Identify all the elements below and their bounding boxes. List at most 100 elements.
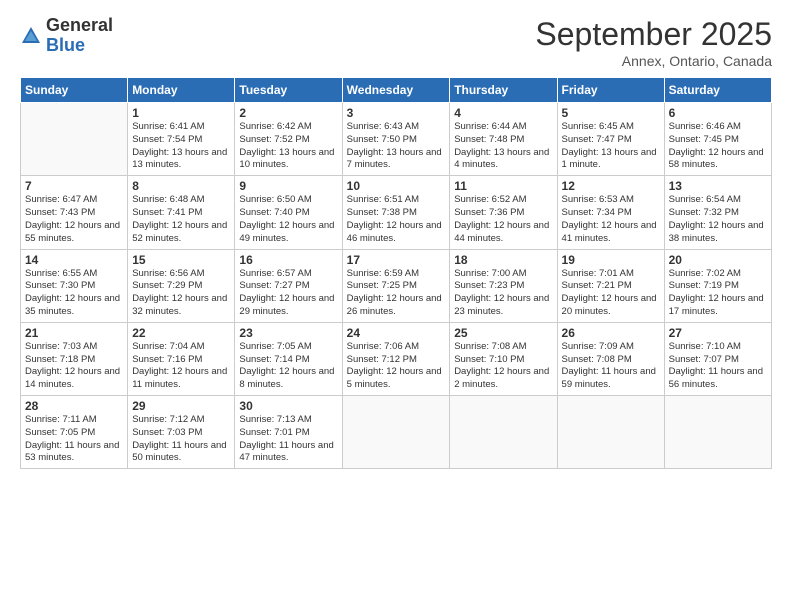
day-info: Sunrise: 7:08 AMSunset: 7:10 PMDaylight:… — [454, 341, 552, 392]
col-friday: Friday — [557, 78, 664, 103]
day-number: 9 — [239, 179, 337, 193]
day-number: 30 — [239, 399, 337, 413]
col-thursday: Thursday — [450, 78, 557, 103]
table-row: 20 Sunrise: 7:02 AMSunset: 7:19 PMDaylig… — [664, 249, 771, 322]
day-info: Sunrise: 6:47 AMSunset: 7:43 PMDaylight:… — [25, 194, 123, 245]
day-info: Sunrise: 7:01 AMSunset: 7:21 PMDaylight:… — [562, 268, 660, 319]
day-info: Sunrise: 6:53 AMSunset: 7:34 PMDaylight:… — [562, 194, 660, 245]
day-number: 23 — [239, 326, 337, 340]
table-row: 2 Sunrise: 6:42 AMSunset: 7:52 PMDayligh… — [235, 103, 342, 176]
logo: General Blue — [20, 16, 113, 56]
col-sunday: Sunday — [21, 78, 128, 103]
day-number: 8 — [132, 179, 230, 193]
day-number: 25 — [454, 326, 552, 340]
day-info: Sunrise: 7:12 AMSunset: 7:03 PMDaylight:… — [132, 414, 230, 465]
header: General Blue September 2025 Annex, Ontar… — [20, 16, 772, 69]
day-info: Sunrise: 6:55 AMSunset: 7:30 PMDaylight:… — [25, 268, 123, 319]
table-row: 11 Sunrise: 6:52 AMSunset: 7:36 PMDaylig… — [450, 176, 557, 249]
day-info: Sunrise: 6:41 AMSunset: 7:54 PMDaylight:… — [132, 121, 230, 172]
day-info: Sunrise: 7:10 AMSunset: 7:07 PMDaylight:… — [669, 341, 767, 392]
day-number: 16 — [239, 253, 337, 267]
table-row: 28 Sunrise: 7:11 AMSunset: 7:05 PMDaylig… — [21, 396, 128, 469]
day-number: 27 — [669, 326, 767, 340]
table-row: 24 Sunrise: 7:06 AMSunset: 7:12 PMDaylig… — [342, 322, 450, 395]
day-number: 29 — [132, 399, 230, 413]
day-number: 15 — [132, 253, 230, 267]
logo-icon — [20, 25, 42, 47]
table-row: 1 Sunrise: 6:41 AMSunset: 7:54 PMDayligh… — [128, 103, 235, 176]
day-number: 7 — [25, 179, 123, 193]
table-row: 4 Sunrise: 6:44 AMSunset: 7:48 PMDayligh… — [450, 103, 557, 176]
table-row: 29 Sunrise: 7:12 AMSunset: 7:03 PMDaylig… — [128, 396, 235, 469]
logo-text: General Blue — [46, 16, 113, 56]
table-row: 15 Sunrise: 6:56 AMSunset: 7:29 PMDaylig… — [128, 249, 235, 322]
table-row — [21, 103, 128, 176]
day-info: Sunrise: 6:42 AMSunset: 7:52 PMDaylight:… — [239, 121, 337, 172]
title-area: September 2025 Annex, Ontario, Canada — [535, 16, 772, 69]
table-row: 16 Sunrise: 6:57 AMSunset: 7:27 PMDaylig… — [235, 249, 342, 322]
table-row: 17 Sunrise: 6:59 AMSunset: 7:25 PMDaylig… — [342, 249, 450, 322]
day-number: 20 — [669, 253, 767, 267]
day-number: 28 — [25, 399, 123, 413]
day-info: Sunrise: 6:54 AMSunset: 7:32 PMDaylight:… — [669, 194, 767, 245]
day-info: Sunrise: 7:00 AMSunset: 7:23 PMDaylight:… — [454, 268, 552, 319]
day-info: Sunrise: 7:04 AMSunset: 7:16 PMDaylight:… — [132, 341, 230, 392]
day-number: 5 — [562, 106, 660, 120]
day-number: 11 — [454, 179, 552, 193]
col-tuesday: Tuesday — [235, 78, 342, 103]
table-row: 9 Sunrise: 6:50 AMSunset: 7:40 PMDayligh… — [235, 176, 342, 249]
table-row: 12 Sunrise: 6:53 AMSunset: 7:34 PMDaylig… — [557, 176, 664, 249]
day-number: 19 — [562, 253, 660, 267]
table-row: 23 Sunrise: 7:05 AMSunset: 7:14 PMDaylig… — [235, 322, 342, 395]
day-number: 3 — [347, 106, 446, 120]
day-info: Sunrise: 6:56 AMSunset: 7:29 PMDaylight:… — [132, 268, 230, 319]
table-row: 14 Sunrise: 6:55 AMSunset: 7:30 PMDaylig… — [21, 249, 128, 322]
day-number: 6 — [669, 106, 767, 120]
day-info: Sunrise: 6:51 AMSunset: 7:38 PMDaylight:… — [347, 194, 446, 245]
table-row: 21 Sunrise: 7:03 AMSunset: 7:18 PMDaylig… — [21, 322, 128, 395]
day-info: Sunrise: 6:59 AMSunset: 7:25 PMDaylight:… — [347, 268, 446, 319]
day-number: 12 — [562, 179, 660, 193]
day-info: Sunrise: 7:11 AMSunset: 7:05 PMDaylight:… — [25, 414, 123, 465]
day-info: Sunrise: 7:13 AMSunset: 7:01 PMDaylight:… — [239, 414, 337, 465]
day-info: Sunrise: 6:46 AMSunset: 7:45 PMDaylight:… — [669, 121, 767, 172]
logo-blue: Blue — [46, 35, 85, 55]
day-info: Sunrise: 6:43 AMSunset: 7:50 PMDaylight:… — [347, 121, 446, 172]
logo-general: General — [46, 15, 113, 35]
day-number: 4 — [454, 106, 552, 120]
day-number: 18 — [454, 253, 552, 267]
table-row: 3 Sunrise: 6:43 AMSunset: 7:50 PMDayligh… — [342, 103, 450, 176]
table-row: 27 Sunrise: 7:10 AMSunset: 7:07 PMDaylig… — [664, 322, 771, 395]
day-number: 21 — [25, 326, 123, 340]
day-info: Sunrise: 7:06 AMSunset: 7:12 PMDaylight:… — [347, 341, 446, 392]
col-wednesday: Wednesday — [342, 78, 450, 103]
day-number: 24 — [347, 326, 446, 340]
table-row — [664, 396, 771, 469]
table-row: 19 Sunrise: 7:01 AMSunset: 7:21 PMDaylig… — [557, 249, 664, 322]
day-number: 14 — [25, 253, 123, 267]
col-monday: Monday — [128, 78, 235, 103]
day-number: 26 — [562, 326, 660, 340]
day-info: Sunrise: 6:50 AMSunset: 7:40 PMDaylight:… — [239, 194, 337, 245]
day-info: Sunrise: 7:05 AMSunset: 7:14 PMDaylight:… — [239, 341, 337, 392]
table-row: 18 Sunrise: 7:00 AMSunset: 7:23 PMDaylig… — [450, 249, 557, 322]
day-info: Sunrise: 7:09 AMSunset: 7:08 PMDaylight:… — [562, 341, 660, 392]
table-row: 7 Sunrise: 6:47 AMSunset: 7:43 PMDayligh… — [21, 176, 128, 249]
table-row — [557, 396, 664, 469]
calendar-header-row: Sunday Monday Tuesday Wednesday Thursday… — [21, 78, 772, 103]
day-number: 1 — [132, 106, 230, 120]
day-number: 22 — [132, 326, 230, 340]
day-info: Sunrise: 6:48 AMSunset: 7:41 PMDaylight:… — [132, 194, 230, 245]
table-row: 8 Sunrise: 6:48 AMSunset: 7:41 PMDayligh… — [128, 176, 235, 249]
calendar-table: Sunday Monday Tuesday Wednesday Thursday… — [20, 77, 772, 469]
day-info: Sunrise: 6:45 AMSunset: 7:47 PMDaylight:… — [562, 121, 660, 172]
table-row: 22 Sunrise: 7:04 AMSunset: 7:16 PMDaylig… — [128, 322, 235, 395]
day-info: Sunrise: 7:02 AMSunset: 7:19 PMDaylight:… — [669, 268, 767, 319]
day-info: Sunrise: 7:03 AMSunset: 7:18 PMDaylight:… — [25, 341, 123, 392]
table-row: 25 Sunrise: 7:08 AMSunset: 7:10 PMDaylig… — [450, 322, 557, 395]
table-row: 5 Sunrise: 6:45 AMSunset: 7:47 PMDayligh… — [557, 103, 664, 176]
table-row: 30 Sunrise: 7:13 AMSunset: 7:01 PMDaylig… — [235, 396, 342, 469]
day-info: Sunrise: 6:57 AMSunset: 7:27 PMDaylight:… — [239, 268, 337, 319]
col-saturday: Saturday — [664, 78, 771, 103]
location-subtitle: Annex, Ontario, Canada — [535, 53, 772, 69]
